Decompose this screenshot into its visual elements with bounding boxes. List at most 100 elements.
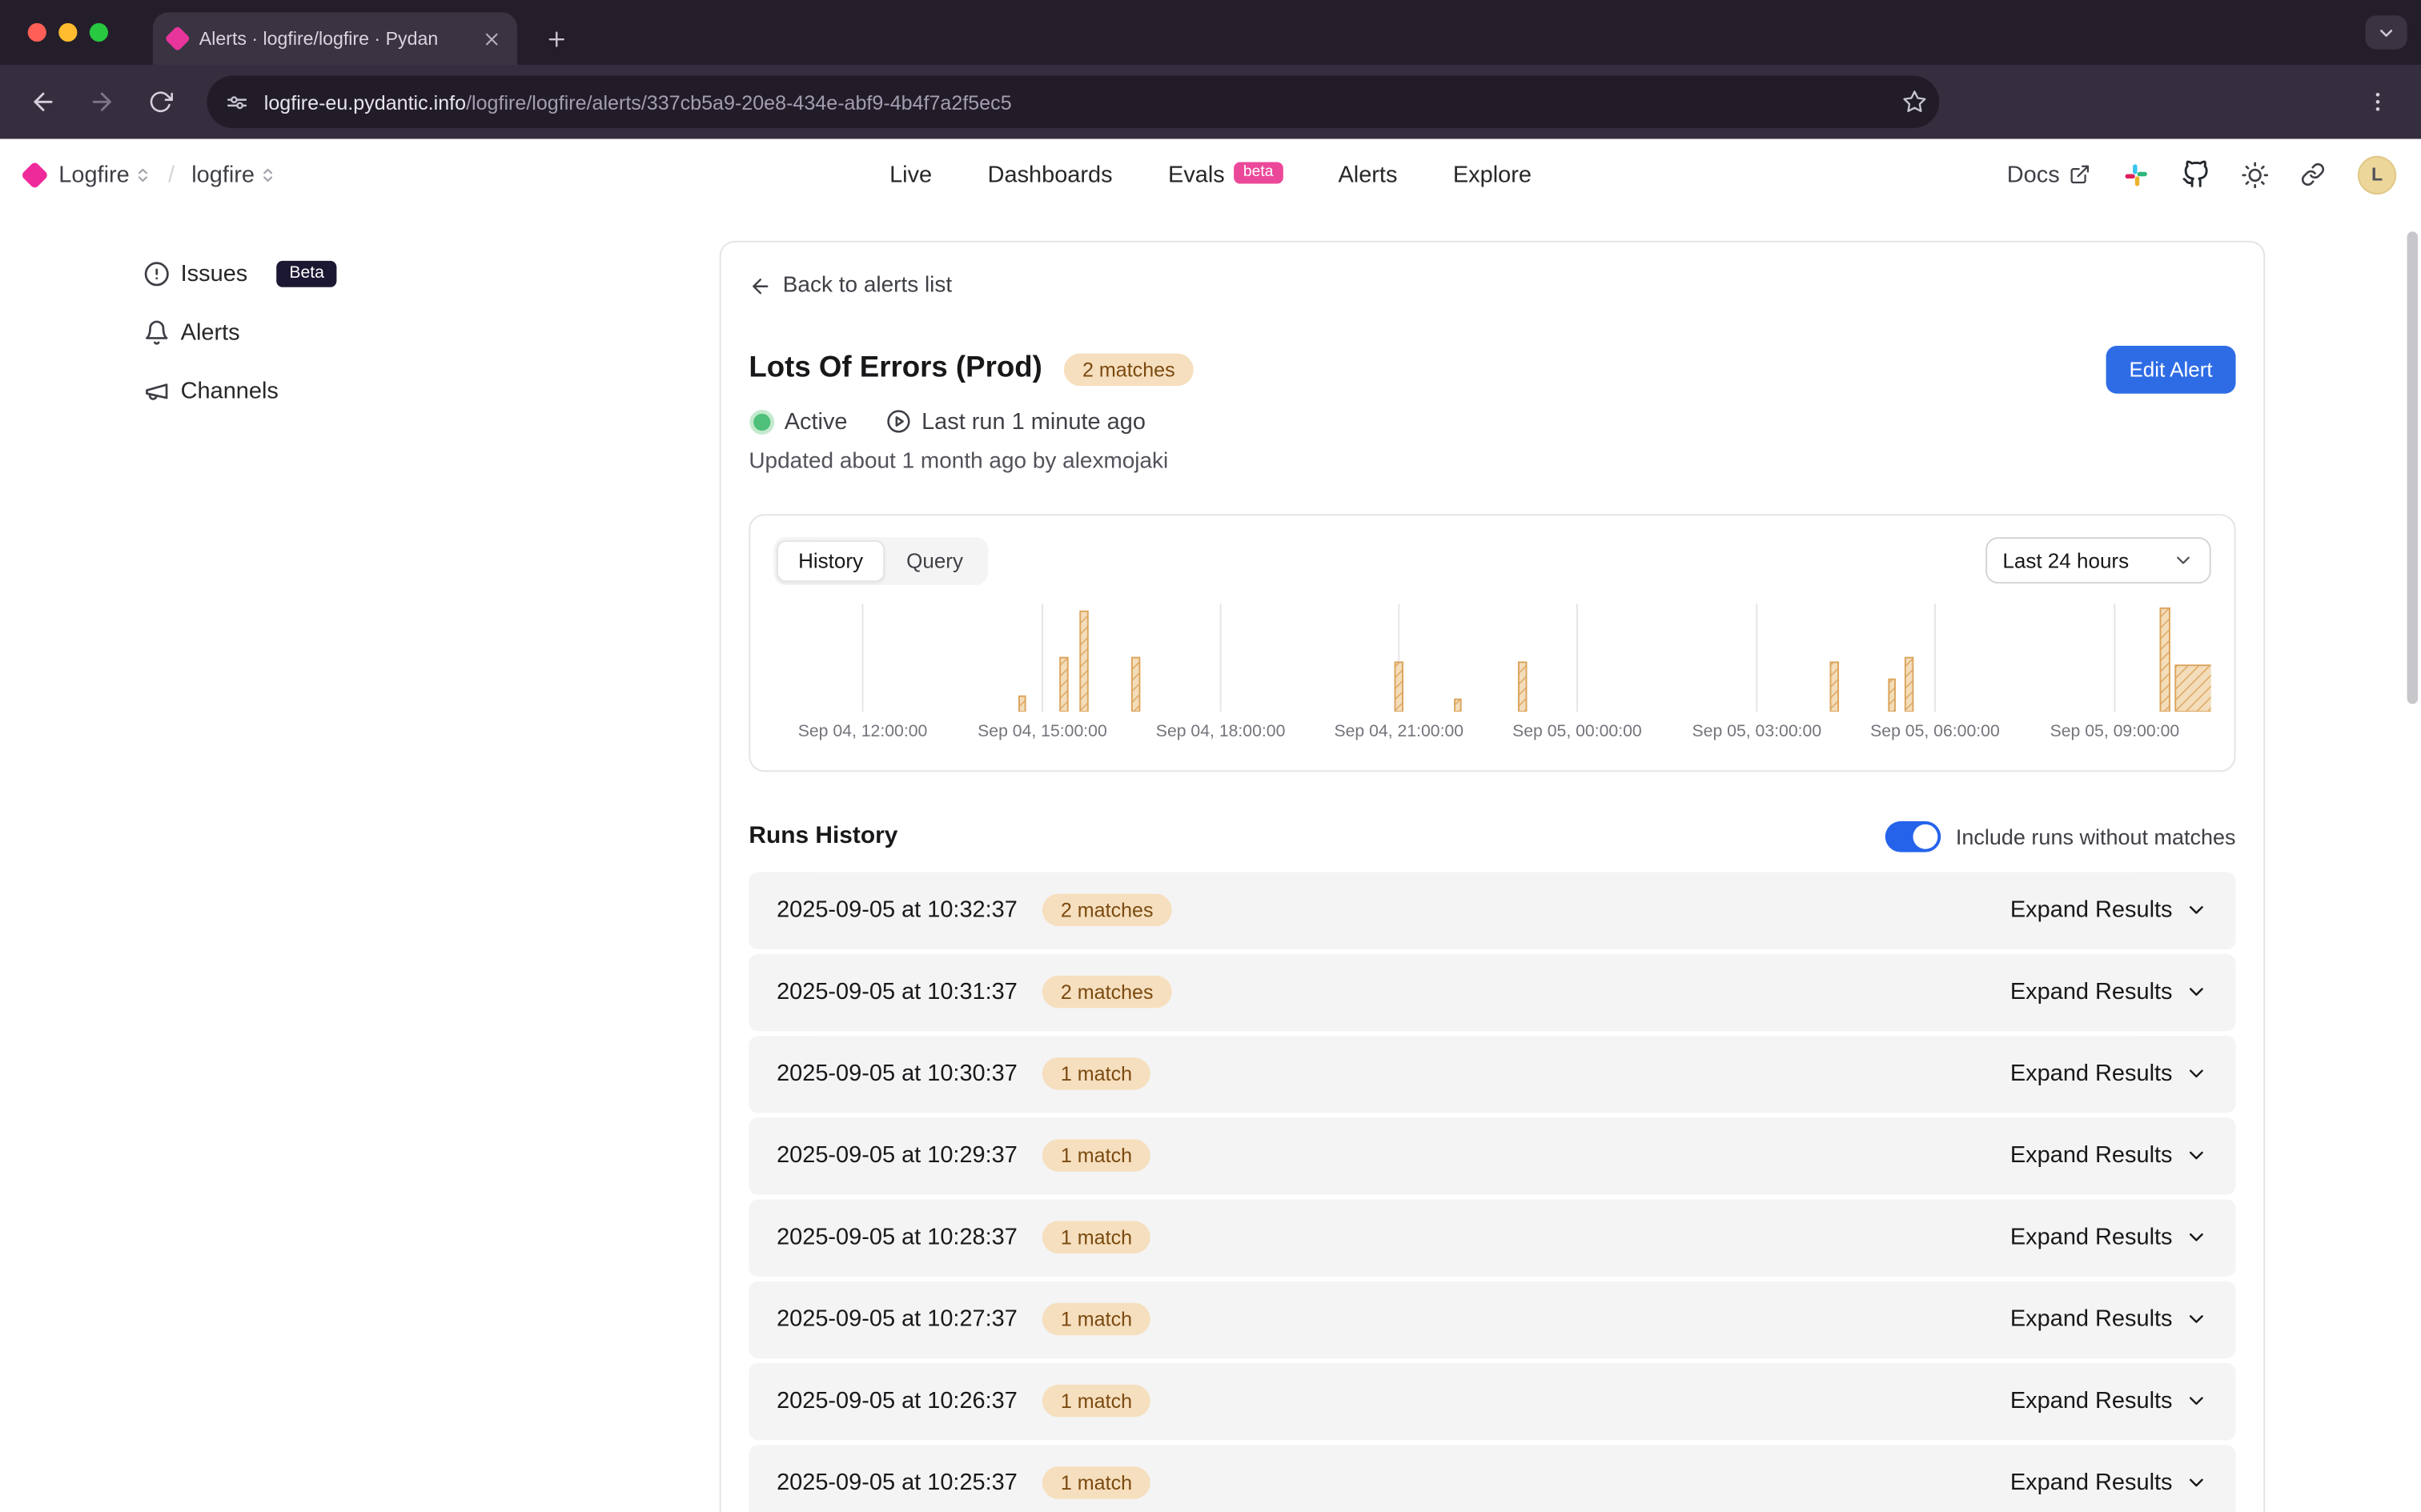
nav-dashboards[interactable]: Dashboards [988, 162, 1113, 188]
matches-histogram [773, 603, 2210, 711]
org-switcher[interactable]: Logfire [58, 162, 151, 188]
active-status-label: Active [785, 408, 848, 435]
sidebar-item-label: Alerts [181, 319, 240, 345]
run-matches-badge: 2 matches [1042, 976, 1172, 1009]
chevron-down-icon [2185, 1307, 2208, 1330]
run-matches-badge: 1 match [1042, 1221, 1150, 1253]
toggle-knob [1913, 824, 1937, 848]
minimize-window-button[interactable] [58, 23, 77, 42]
chevron-down-icon [2185, 1144, 2208, 1167]
browser-menu-icon[interactable] [2353, 77, 2403, 126]
chevron-down-icon [2185, 898, 2208, 921]
x-axis-tick-label: Sep 05, 06:00:00 [1870, 722, 2000, 740]
tab-favicon-logfire-icon [164, 26, 191, 52]
back-button[interactable] [18, 77, 68, 126]
logfire-logo-icon [21, 160, 49, 188]
sidebar-item-channels[interactable]: Channels [143, 372, 336, 409]
run-matches-badge: 2 matches [1042, 894, 1172, 927]
address-bar[interactable]: logfire-eu.pydantic.info/logfire/logfire… [207, 75, 1939, 128]
reload-button[interactable] [136, 77, 186, 126]
chevron-down-icon [2185, 1225, 2208, 1249]
run-row[interactable]: 2025-09-05 at 10:31:37 2 matches Expand … [749, 953, 2235, 1030]
arrow-left-icon [749, 274, 772, 297]
run-row[interactable]: 2025-09-05 at 10:26:37 1 match Expand Re… [749, 1362, 2235, 1439]
nav-alerts[interactable]: Alerts [1338, 162, 1397, 188]
active-status-dot [753, 413, 770, 430]
sidebar: Issues Beta Alerts Channels [143, 255, 336, 409]
chevrons-updown-icon [259, 166, 276, 182]
issues-beta-badge: Beta [277, 260, 337, 287]
last-run-label: Last run 1 minute ago [921, 408, 1146, 435]
user-avatar[interactable]: L [2358, 155, 2396, 194]
browser-tab[interactable]: Alerts · logfire/logfire · Pydan [153, 12, 517, 65]
sidebar-item-alerts[interactable]: Alerts [143, 313, 336, 350]
expand-results-button[interactable]: Expand Results [2010, 1061, 2208, 1087]
run-row[interactable]: 2025-09-05 at 10:32:37 2 matches Expand … [749, 872, 2235, 949]
expand-results-button[interactable]: Expand Results [2010, 896, 2208, 923]
run-row[interactable]: 2025-09-05 at 10:25:37 1 match Expand Re… [749, 1444, 2235, 1512]
close-window-button[interactable] [28, 23, 46, 42]
run-matches-badge: 1 match [1042, 1466, 1150, 1499]
zoom-window-button[interactable] [90, 23, 108, 42]
expand-results-button[interactable]: Expand Results [2010, 1306, 2208, 1333]
chevron-down-icon [2185, 1062, 2208, 1085]
include-runs-toggle-wrap: Include runs without matches [1885, 820, 2235, 852]
sidebar-item-label: Issues [181, 260, 248, 287]
expand-results-button[interactable]: Expand Results [2010, 1142, 2208, 1169]
edit-alert-button[interactable]: Edit Alert [2106, 345, 2236, 393]
tab-query[interactable]: Query [885, 539, 985, 581]
run-matches-badge: 1 match [1042, 1057, 1150, 1090]
tab-history[interactable]: History [777, 539, 885, 581]
history-query-tabs: History Query [773, 536, 988, 584]
expand-results-button[interactable]: Expand Results [2010, 979, 2208, 1005]
alert-status-row: Active Last run 1 minute ago [749, 408, 2235, 435]
project-switcher[interactable]: logfire [191, 162, 276, 188]
nav-evals[interactable]: Evalsbeta [1168, 162, 1283, 188]
app-header: Logfire / logfire Live Dashboards Evalsb… [0, 139, 2421, 211]
tab-search-button[interactable] [2366, 15, 2407, 49]
alert-matches-badge: 2 matches [1064, 353, 1194, 386]
external-link-icon [2069, 163, 2090, 185]
sidebar-item-issues[interactable]: Issues Beta [143, 255, 336, 291]
runs-list: 2025-09-05 at 10:32:37 2 matches Expand … [749, 872, 2235, 1512]
share-link-icon[interactable] [2301, 162, 2326, 186]
expand-results-button[interactable]: Expand Results [2010, 1388, 2208, 1414]
time-range-select[interactable]: Last 24 hours [1985, 537, 2211, 584]
expand-results-button[interactable]: Expand Results [2010, 1224, 2208, 1250]
expand-results-button[interactable]: Expand Results [2010, 1470, 2208, 1496]
slack-icon[interactable] [2123, 162, 2150, 188]
last-run: Last run 1 minute ago [886, 408, 1146, 435]
site-info-icon[interactable] [226, 90, 249, 114]
run-row[interactable]: 2025-09-05 at 10:27:37 1 match Expand Re… [749, 1281, 2235, 1358]
bookmark-star-icon[interactable] [1902, 90, 1927, 114]
run-row[interactable]: 2025-09-05 at 10:30:37 1 match Expand Re… [749, 1035, 2235, 1112]
include-runs-toggle[interactable] [1885, 820, 1940, 852]
page-scrollbar-thumb[interactable] [2407, 231, 2419, 704]
run-matches-badge: 1 match [1042, 1139, 1150, 1172]
nav-live[interactable]: Live [889, 162, 932, 188]
docs-link[interactable]: Docs [2007, 162, 2091, 188]
chevron-down-icon [2172, 550, 2194, 572]
sidebar-item-label: Channels [181, 378, 279, 404]
run-row[interactable]: 2025-09-05 at 10:29:37 1 match Expand Re… [749, 1117, 2235, 1193]
chevron-down-icon [2185, 981, 2208, 1004]
play-circle-icon [886, 409, 911, 434]
new-tab-button[interactable] [534, 17, 577, 60]
run-timestamp: 2025-09-05 at 10:25:37 [777, 1470, 1018, 1496]
updated-by-text: Updated about 1 month ago by alexmojaki [749, 448, 2235, 473]
history-chart-card: History Query Last 24 hours Sep 04, 12:0… [749, 513, 2235, 771]
forward-button[interactable] [77, 77, 126, 126]
project-name: logfire [191, 162, 255, 188]
github-icon[interactable] [2182, 161, 2210, 189]
run-row[interactable]: 2025-09-05 at 10:28:37 1 match Expand Re… [749, 1199, 2235, 1276]
x-axis-tick-label: Sep 04, 21:00:00 [1334, 722, 1463, 740]
time-range-value: Last 24 hours [2002, 549, 2129, 572]
run-timestamp: 2025-09-05 at 10:27:37 [777, 1306, 1018, 1333]
window-controls [28, 0, 108, 65]
tab-title: Alerts · logfire/logfire · Pydan [199, 28, 469, 50]
back-to-alerts-link[interactable]: Back to alerts list [749, 273, 952, 298]
x-axis-tick-label: Sep 04, 18:00:00 [1156, 722, 1286, 740]
tab-close-icon[interactable] [482, 29, 502, 49]
nav-explore[interactable]: Explore [1453, 162, 1532, 188]
theme-toggle-sun-icon[interactable] [2242, 162, 2268, 188]
